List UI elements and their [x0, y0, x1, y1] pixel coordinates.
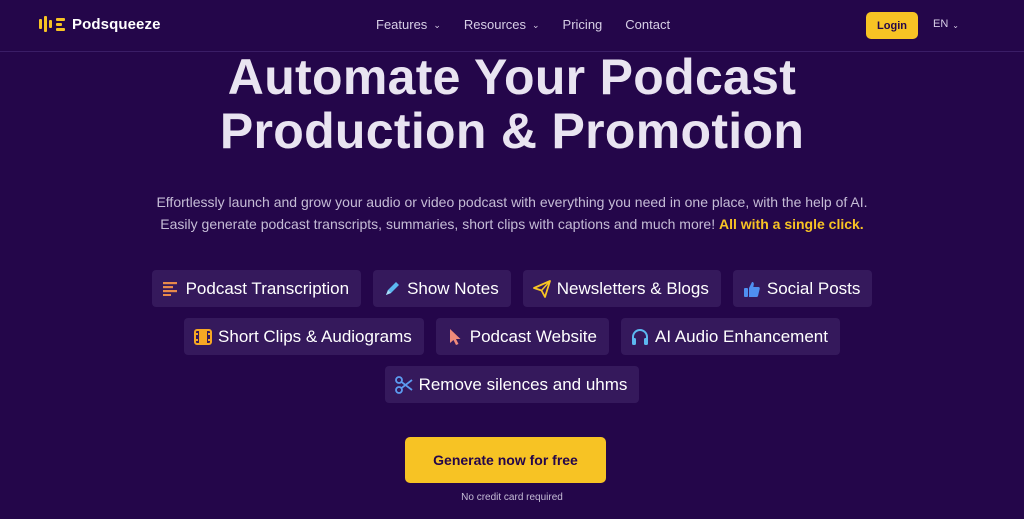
film-icon — [194, 328, 213, 346]
nav-link-resources[interactable]: Resources ⌄ — [464, 17, 540, 32]
chevron-down-icon: ⌄ — [532, 20, 540, 30]
language-selector[interactable]: EN ⌄ — [933, 18, 959, 30]
generate-now-button[interactable]: Generate now for free — [405, 437, 606, 483]
subtitle-highlight: All with a single click. — [718, 216, 864, 232]
nav-links: Features ⌄ Resources ⌄ Pricing Contact — [376, 17, 693, 32]
brand-logo[interactable]: Podsqueeze — [39, 15, 161, 33]
nav-link-label: Pricing — [562, 17, 603, 32]
nav-link-label: Resources — [463, 17, 526, 32]
feature-chip-podcast-website[interactable]: Podcast Website — [435, 318, 609, 355]
hero-title: Automate Your Podcast Production & Promo… — [0, 50, 1024, 158]
hero-subtitle-line2: Easily generate podcast transcripts, sum… — [0, 216, 1024, 232]
hero-title-line2: Production & Promotion — [219, 103, 805, 159]
chevron-down-icon: ⌄ — [433, 20, 441, 30]
feature-label: Newsletters & Blogs — [556, 278, 709, 298]
feature-chip-podcast-transcription[interactable]: Podcast Transcription — [151, 270, 362, 307]
nav-link-contact[interactable]: Contact — [625, 17, 670, 32]
subtitle-text: Easily generate podcast transcripts, sum… — [160, 216, 719, 232]
cursor-pointer-icon — [446, 328, 464, 346]
brand-name: Podsqueeze — [72, 15, 161, 33]
thumbs-up-icon — [743, 280, 761, 298]
feature-chip-ai-audio-enhancement[interactable]: AI Audio Enhancement — [621, 318, 840, 355]
nav-link-label: Features — [376, 17, 428, 32]
login-button[interactable]: Login — [866, 12, 918, 39]
nav-link-features[interactable]: Features ⌄ — [376, 17, 441, 32]
feature-row-1: Podcast Transcription Show Notes Newslet… — [0, 270, 1024, 307]
feature-chip-newsletters-blogs[interactable]: Newsletters & Blogs — [522, 270, 721, 307]
feature-chip-social-posts[interactable]: Social Posts — [732, 270, 873, 307]
nav-link-label: Contact — [625, 17, 671, 32]
headphones-icon — [631, 328, 649, 346]
chevron-down-icon: ⌄ — [952, 20, 959, 30]
feature-chip-remove-silences[interactable]: Remove silences and uhms — [384, 366, 640, 403]
feature-chip-show-notes[interactable]: Show Notes — [373, 270, 511, 307]
scissors-icon — [394, 375, 413, 394]
no-credit-card-note: No credit card required — [461, 492, 563, 503]
feature-label: Podcast Transcription — [185, 278, 350, 298]
feature-label: Show Notes — [407, 278, 499, 298]
podsqueeze-logo-icon — [39, 15, 65, 33]
text-lines-icon — [162, 280, 180, 298]
feature-label: Short Clips & Audiograms — [218, 326, 412, 346]
top-navbar: Podsqueeze Features ⌄ Resources ⌄ Pricin… — [0, 0, 1024, 52]
hero-subtitle-line1: Effortlessly launch and grow your audio … — [156, 194, 868, 210]
feature-row-2: Short Clips & Audiograms Podcast Website… — [0, 318, 1024, 355]
feature-chip-short-clips[interactable]: Short Clips & Audiograms — [184, 318, 424, 355]
paper-plane-icon — [532, 279, 551, 298]
feature-label: Remove silences and uhms — [418, 374, 628, 394]
feature-label: Podcast Website — [469, 326, 597, 346]
nav-link-pricing[interactable]: Pricing — [563, 17, 603, 32]
hero-title-line1: Automate Your Podcast — [227, 49, 797, 105]
feature-label: AI Audio Enhancement — [655, 326, 828, 346]
language-label: EN — [933, 18, 949, 30]
pen-icon — [383, 280, 401, 298]
feature-label: Social Posts — [766, 278, 861, 298]
feature-row-3: Remove silences and uhms — [0, 366, 1024, 403]
